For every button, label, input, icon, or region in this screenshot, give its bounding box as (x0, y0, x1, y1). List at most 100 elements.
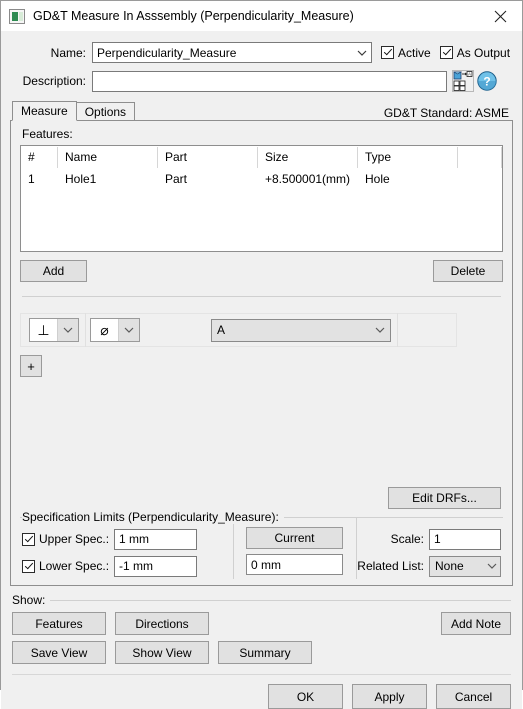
related-list-value: None (435, 559, 464, 573)
tab-options-label: Options (84, 105, 127, 119)
cancel-button[interactable]: Cancel (436, 684, 511, 709)
column-header-size: Size (258, 146, 358, 168)
cell-num: 1 (28, 172, 35, 186)
title-bar: GD&T Measure In Asssembly (Perpendicular… (1, 1, 522, 31)
dialog-body: Name: Perpendicularity_Measure Active As… (1, 31, 522, 709)
active-checkbox[interactable]: Active (381, 46, 431, 60)
show-row-1: Features Directions Add Note (12, 612, 511, 635)
specification-limits-group: Specification Limits (Perpendicularity_M… (20, 510, 503, 579)
name-row: Name: Perpendicularity_Measure Active As… (10, 42, 513, 63)
lower-spec-row: Lower Spec.: -1 mm (20, 554, 233, 578)
description-row: Description: A ? (10, 70, 513, 92)
table-row[interactable]: 1 Hole1 Part +8.500001(mm) Hole (21, 168, 502, 190)
scale-column: Scale: 1 Related List: None (356, 517, 503, 579)
name-label: Name: (50, 45, 86, 60)
show-view-button[interactable]: Show View (115, 641, 209, 664)
chevron-down-icon (119, 327, 139, 333)
gdt-standard-text: GD&T Standard: ASME (383, 106, 509, 120)
column-header-name: Name (58, 146, 158, 168)
description-icons: A ? (452, 70, 498, 92)
add-fcf-row-button[interactable]: + (20, 355, 42, 377)
edit-drfs-button[interactable]: Edit DRFs... (388, 487, 501, 509)
tolerance-symbol-combo[interactable]: ⊥ (29, 318, 79, 342)
active-label: Active (398, 45, 431, 60)
related-list-combo[interactable]: None (429, 555, 501, 577)
datum-value: A (217, 323, 226, 337)
apply-button[interactable]: Apply (352, 684, 427, 709)
as-output-label: As Output (456, 45, 511, 60)
spec-limits-column: Upper Spec.: 1 mm Lower Spec.: -1 mm (20, 517, 233, 579)
related-list-row: Related List: None (357, 554, 503, 578)
feature-control-frame-row: ⊥ ⌀ A (20, 313, 457, 347)
scale-row: Scale: 1 (357, 527, 503, 551)
as-output-checkbox-box (439, 46, 453, 59)
help-icon[interactable]: ? (476, 70, 498, 92)
tab-measure[interactable]: Measure (12, 101, 77, 121)
column-header-extra (458, 146, 502, 168)
lower-spec-checkbox[interactable]: Lower Spec.: (22, 559, 109, 573)
cell-type: Hole (365, 172, 390, 186)
tab-measure-label: Measure (21, 104, 68, 118)
current-button[interactable]: Current (246, 527, 344, 549)
show-label: Show: (12, 593, 46, 607)
cell-part: Part (165, 172, 188, 186)
upper-spec-label: Upper Spec.: (39, 532, 110, 546)
datum-combo[interactable]: A (211, 318, 391, 342)
diameter-symbol: ⌀ (91, 319, 119, 341)
modifier-symbol-combo[interactable]: ⌀ (90, 318, 140, 342)
features-button-row: Add Delete (20, 260, 503, 282)
features-table[interactable]: # Name Part Size Type 1 Hole1 Part +8.50… (20, 145, 503, 252)
close-icon[interactable] (478, 1, 522, 31)
chevron-down-icon (370, 327, 390, 333)
specification-limits-title: Specification Limits (Perpendicularity_M… (22, 510, 284, 524)
app-icon (9, 8, 25, 24)
measure-tab-panel: Features: # Name Part Size Type 1 Hole1 … (10, 120, 513, 586)
show-row-2: Save View Show View Summary (12, 641, 511, 664)
datum-reference-frame-icon[interactable]: A (452, 70, 474, 92)
summary-button[interactable]: Summary (218, 641, 312, 664)
cell-size: +8.500001(mm) (265, 172, 351, 186)
upper-spec-input[interactable]: 1 mm (114, 528, 198, 550)
svg-text:?: ? (483, 75, 490, 89)
as-output-checkbox[interactable]: As Output (439, 45, 511, 60)
cell-name: Hole1 (65, 172, 97, 186)
gdt-measure-dialog: GD&T Measure In Asssembly (Perpendicular… (0, 0, 523, 709)
features-table-header: # Name Part Size Type (21, 146, 502, 168)
tab-options[interactable]: Options (75, 102, 136, 121)
show-group: Show: Features Directions Add Note Save … (10, 593, 513, 664)
svg-text:A: A (468, 72, 471, 77)
save-view-button[interactable]: Save View (12, 641, 106, 664)
lower-spec-label: Lower Spec.: (39, 559, 110, 573)
add-note-button[interactable]: Add Note (441, 612, 511, 635)
show-divider (50, 599, 511, 601)
current-column: Current 0 mm (233, 517, 356, 579)
ok-button[interactable]: OK (268, 684, 343, 709)
features-button[interactable]: Features (12, 612, 106, 635)
column-header-part: Part (158, 146, 258, 168)
current-value-field: 0 mm (246, 554, 344, 575)
upper-spec-checkbox[interactable]: Upper Spec.: (22, 532, 109, 546)
show-group-header: Show: (12, 593, 511, 607)
tolerance-symbol-cell: ⊥ (25, 313, 86, 347)
delete-button[interactable]: Delete (433, 260, 503, 282)
name-value: Perpendicularity_Measure (97, 45, 237, 60)
directions-button[interactable]: Directions (115, 612, 209, 635)
chevron-down-icon (483, 563, 500, 569)
modifier-cell: ⌀ A (86, 313, 398, 347)
cell-extra (458, 168, 502, 190)
window-title: GD&T Measure In Asssembly (Perpendicular… (33, 9, 354, 23)
active-checkbox-box (381, 46, 394, 59)
description-label: Description: (22, 74, 86, 88)
features-label: Features: (22, 127, 73, 141)
lower-spec-input[interactable]: -1 mm (114, 555, 198, 577)
perpendicularity-symbol: ⊥ (30, 319, 58, 341)
upper-spec-checkbox-box (22, 532, 35, 546)
description-input[interactable] (92, 70, 447, 92)
divider (22, 296, 501, 297)
add-button[interactable]: Add (20, 260, 87, 282)
column-header-num: # (21, 146, 58, 168)
scale-input[interactable]: 1 (429, 528, 501, 550)
name-combo[interactable]: Perpendicularity_Measure (92, 42, 372, 63)
chevron-down-icon (58, 327, 78, 333)
column-header-type: Type (358, 146, 458, 168)
